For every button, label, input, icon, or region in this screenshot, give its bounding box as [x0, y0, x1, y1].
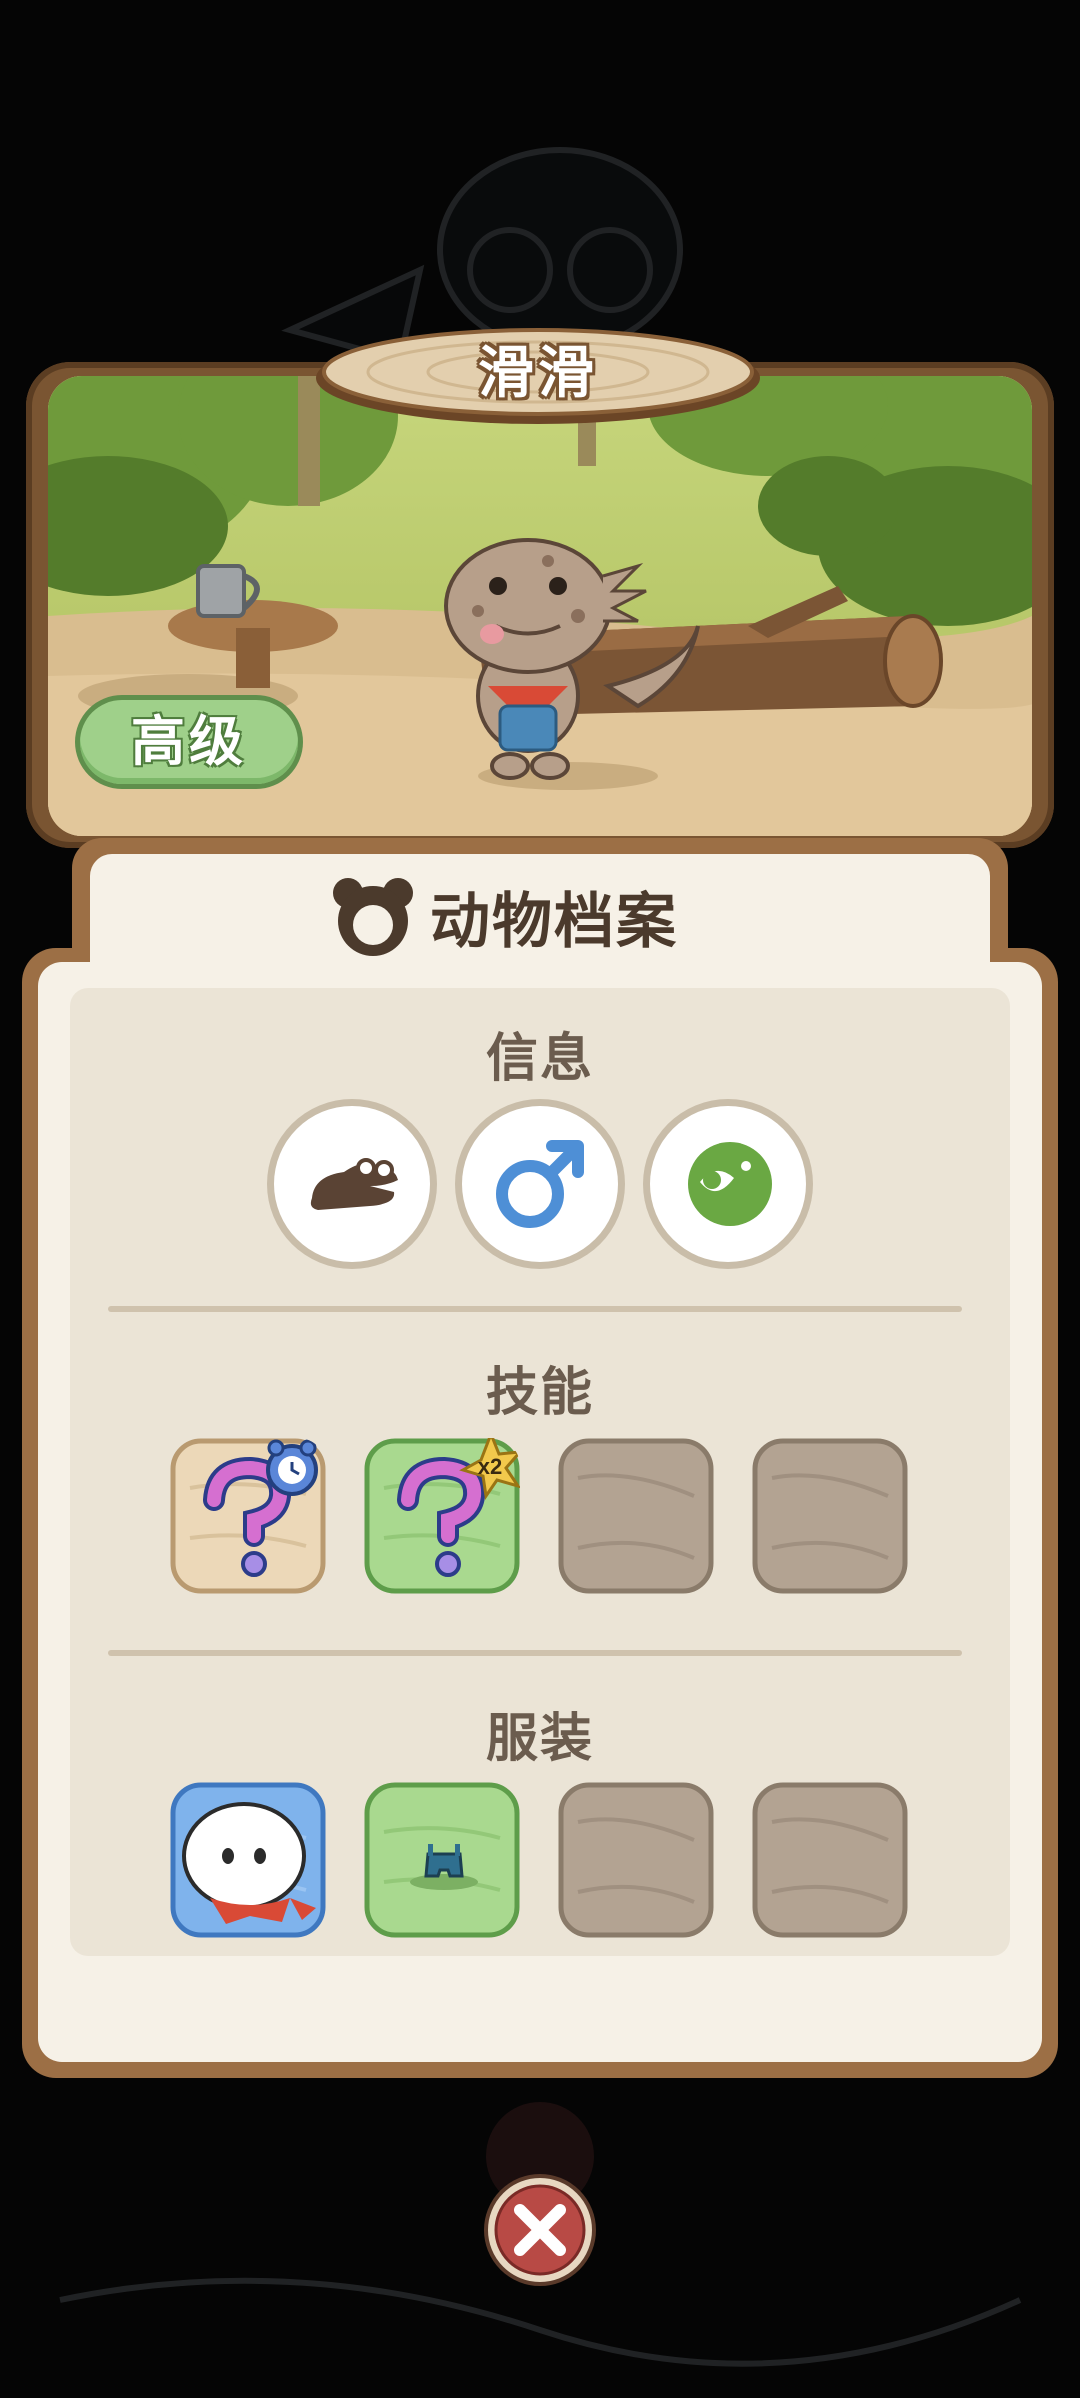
skill-slot-3-locked [558, 1438, 714, 1594]
x2-badge-text: x2 [478, 1454, 502, 1479]
section-label-info: 信息 [485, 1029, 594, 1089]
x2-star-badge: x2 [459, 1438, 520, 1500]
eating-diet-icon [688, 1142, 772, 1226]
section-label-outfits: 服装 [485, 1709, 594, 1769]
grade-badge: 高级 [80, 700, 298, 784]
section-divider [108, 1306, 962, 1312]
skill-slot-2[interactable]: x2 [364, 1438, 520, 1594]
crocodile-species-icon [310, 1158, 398, 1210]
skill-slot-1[interactable] [170, 1438, 326, 1594]
gender-info-button[interactable] [462, 1106, 618, 1262]
diet-info-button[interactable] [650, 1106, 806, 1262]
skill-slot-4-locked [752, 1438, 908, 1594]
animal-name: 滑滑 [478, 341, 598, 406]
section-divider [108, 1650, 962, 1656]
outfit-slot-4-locked [752, 1782, 908, 1938]
section-label-skills: 技能 [485, 1363, 594, 1423]
outfit-slot-2[interactable] [364, 1782, 520, 1938]
alarm-clock-badge [266, 1439, 318, 1496]
bear-head-icon [333, 878, 413, 956]
outfit-slot-3-locked [558, 1782, 714, 1938]
panel-title-text: 动物档案 [430, 886, 678, 957]
male-gender-icon [496, 1140, 584, 1228]
species-info-button[interactable] [274, 1106, 430, 1262]
panel-title: 动物档案 [330, 868, 750, 964]
outfit-slot-1[interactable] [170, 1782, 326, 1938]
close-button[interactable] [482, 2172, 598, 2288]
